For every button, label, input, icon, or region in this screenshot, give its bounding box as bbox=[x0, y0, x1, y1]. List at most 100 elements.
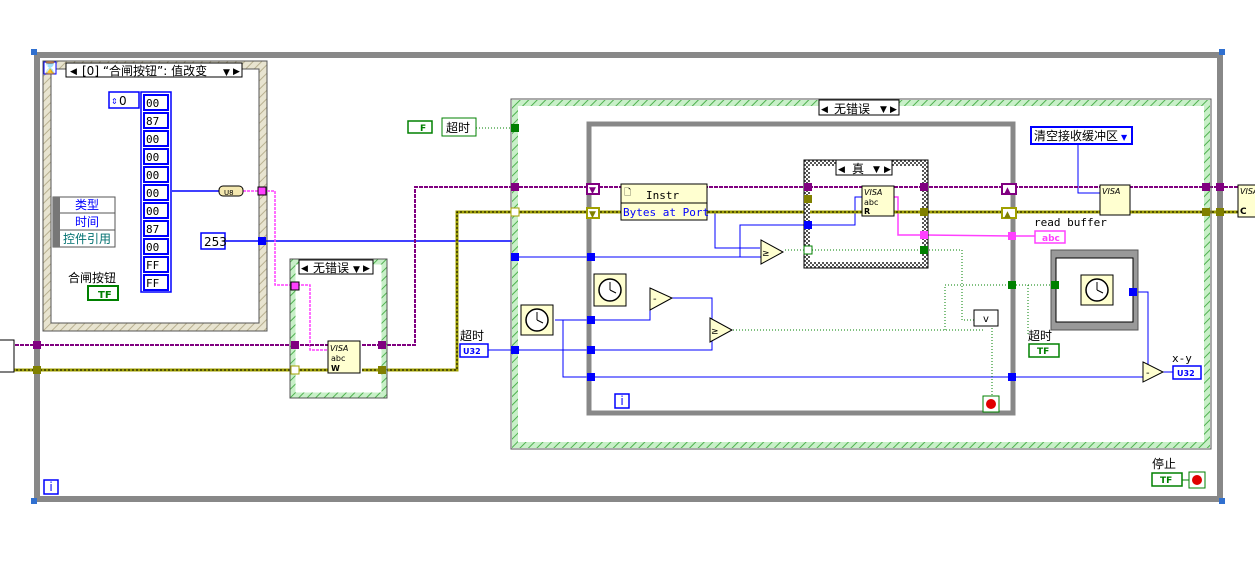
svg-text:≥: ≥ bbox=[762, 249, 770, 259]
svg-text:VISA: VISA bbox=[864, 188, 882, 197]
wait-ms-node[interactable] bbox=[520, 304, 554, 336]
subtract-node[interactable]: - bbox=[649, 287, 674, 311]
svg-text:TF: TF bbox=[1160, 476, 1172, 486]
array-element-value: 00 bbox=[146, 151, 159, 164]
visa-resource-control[interactable] bbox=[0, 339, 15, 373]
svg-text:≥: ≥ bbox=[711, 327, 719, 337]
visa-flush-node[interactable]: VISA bbox=[1099, 184, 1131, 216]
block-diagram: i ⌛ ◀ ▶ [0] “合闸按钮”: 值改变 ▼ ⇕ 0 00 87 00 00 00 0… bbox=[0, 49, 1255, 504]
array-element-value: 00 bbox=[146, 97, 159, 110]
outer-loop-condition[interactable] bbox=[1188, 471, 1206, 489]
true-case-selector: 真 bbox=[852, 162, 864, 176]
timeout-bool-constant[interactable]: F 超时 bbox=[407, 117, 477, 137]
array-element-value: 00 bbox=[146, 133, 159, 146]
svg-text:U32: U32 bbox=[1177, 369, 1195, 378]
array-index[interactable]: 0 bbox=[119, 94, 127, 108]
svg-text:abc: abc bbox=[864, 198, 878, 207]
inner-loop-condition[interactable] bbox=[982, 395, 1000, 413]
svg-text:▼: ▼ bbox=[873, 165, 880, 175]
outer-while-loop[interactable]: i bbox=[31, 49, 1225, 504]
int-tunnel bbox=[258, 237, 266, 245]
svg-text:◀: ◀ bbox=[301, 264, 308, 274]
event-data-ctlref: 控件引用 bbox=[63, 232, 111, 246]
svg-text:TF: TF bbox=[98, 290, 112, 301]
array-element-value: FF bbox=[146, 277, 159, 290]
timeout-u32-control[interactable]: U32 bbox=[459, 343, 489, 358]
svg-text:abc: abc bbox=[331, 354, 345, 363]
array-element-value: 87 bbox=[146, 115, 159, 128]
svg-text:🗋: 🗋 bbox=[624, 188, 631, 198]
array-constant[interactable]: ⇕ 0 00 87 00 00 00 00 00 87 00 FF FF bbox=[108, 91, 172, 293]
array-element-value: 00 bbox=[146, 205, 159, 218]
svg-text:VISA: VISA bbox=[1102, 187, 1120, 196]
flush-mask-constant[interactable]: 清空接收缓冲区 ▼ bbox=[1030, 126, 1133, 145]
main-case-selector: 无错误 bbox=[834, 102, 870, 116]
read-buffer-label: read buffer bbox=[1034, 216, 1107, 229]
svg-text:U32: U32 bbox=[463, 347, 481, 356]
array-element-value: 00 bbox=[146, 187, 159, 200]
event-selector-label[interactable]: [0] “合闸按钮”: 值改变 bbox=[82, 63, 207, 78]
svg-text:▲: ▲ bbox=[1004, 210, 1011, 220]
tick-count-node[interactable] bbox=[593, 273, 627, 307]
stop-button-terminal[interactable]: TF bbox=[1151, 472, 1183, 487]
property-node-class: Instr bbox=[646, 189, 679, 202]
svg-text:▲: ▲ bbox=[1004, 186, 1011, 196]
visa-close-node[interactable]: VISA C bbox=[1237, 184, 1255, 218]
stop-label: 停止 bbox=[1152, 456, 1176, 471]
svg-text:abc: abc bbox=[1042, 234, 1060, 244]
svg-text:⇕: ⇕ bbox=[111, 97, 118, 106]
svg-text:▶: ▶ bbox=[884, 165, 891, 175]
svg-text:◀: ◀ bbox=[821, 105, 828, 115]
svg-text:▼: ▼ bbox=[589, 186, 596, 196]
property-node-item: Bytes at Port bbox=[623, 206, 709, 219]
svg-text:▶: ▶ bbox=[233, 67, 240, 77]
greater-equal-node[interactable]: ≥ bbox=[709, 317, 734, 343]
inner-while-loop[interactable]: ▼ ▼ ▲ ▲ i bbox=[586, 121, 1017, 416]
byte-count-constant[interactable]: 253 bbox=[200, 232, 227, 250]
event-data-type: 类型 bbox=[75, 198, 99, 212]
timeout-indicator[interactable]: TF bbox=[1028, 343, 1060, 358]
svg-text:U8: U8 bbox=[224, 189, 234, 197]
visa-write-node[interactable]: VISA abc W bbox=[327, 340, 361, 374]
svg-text:TF: TF bbox=[1037, 347, 1049, 357]
svg-text:253: 253 bbox=[204, 235, 227, 249]
or-node[interactable]: v bbox=[973, 309, 999, 327]
svg-text:VISA: VISA bbox=[330, 344, 348, 353]
left-case-structure[interactable]: ◀ ▶ 无错误 ▼ bbox=[289, 258, 388, 399]
button-label: 合闸按钮 bbox=[68, 270, 116, 285]
svg-text:▼: ▼ bbox=[880, 105, 887, 115]
string-tunnel bbox=[257, 186, 267, 196]
array-element-value: FF bbox=[146, 259, 159, 272]
array-element-value: 00 bbox=[146, 241, 159, 254]
compare-bytes-node[interactable]: ≥ bbox=[760, 239, 785, 265]
svg-text:⌛: ⌛ bbox=[43, 61, 58, 75]
svg-text:F: F bbox=[420, 124, 426, 134]
svg-text:-: - bbox=[1146, 368, 1150, 379]
xy-subtract-node[interactable]: - bbox=[1142, 361, 1165, 383]
left-case-selector: 无错误 bbox=[313, 261, 349, 275]
svg-text:C: C bbox=[1240, 207, 1247, 217]
timer-sequence-frame[interactable] bbox=[1050, 249, 1139, 331]
svg-text:▼: ▼ bbox=[1121, 133, 1128, 142]
svg-text:R: R bbox=[864, 207, 870, 216]
timeout-indicator-label: 超时 bbox=[1028, 328, 1052, 343]
property-node[interactable]: 🗋 Instr Bytes at Port bbox=[620, 183, 709, 221]
svg-text:▼: ▼ bbox=[353, 265, 360, 275]
svg-text:◀: ◀ bbox=[70, 67, 77, 77]
inner-iteration-terminal: i bbox=[620, 394, 623, 408]
svg-text:▼: ▼ bbox=[223, 68, 230, 78]
array-element-value: 87 bbox=[146, 223, 159, 236]
xy-indicator[interactable]: U32 bbox=[1172, 365, 1202, 380]
visa-read-node[interactable]: VISA abc R bbox=[861, 185, 895, 217]
svg-text:◀: ◀ bbox=[838, 165, 845, 175]
to-u8-function[interactable]: U8 bbox=[218, 185, 244, 197]
svg-text:-: - bbox=[653, 294, 657, 305]
xy-label: x-y bbox=[1172, 352, 1192, 365]
button-terminal[interactable]: TF bbox=[87, 285, 119, 301]
timeout-bool-label: 超时 bbox=[446, 120, 470, 135]
event-data-node: 类型 时间 控件引用 bbox=[52, 196, 116, 248]
read-buffer-indicator[interactable]: abc bbox=[1034, 230, 1066, 244]
svg-text:清空接收缓冲区: 清空接收缓冲区 bbox=[1034, 128, 1118, 143]
svg-text:▼: ▼ bbox=[589, 210, 596, 220]
outer-iteration-terminal: i bbox=[49, 480, 52, 494]
